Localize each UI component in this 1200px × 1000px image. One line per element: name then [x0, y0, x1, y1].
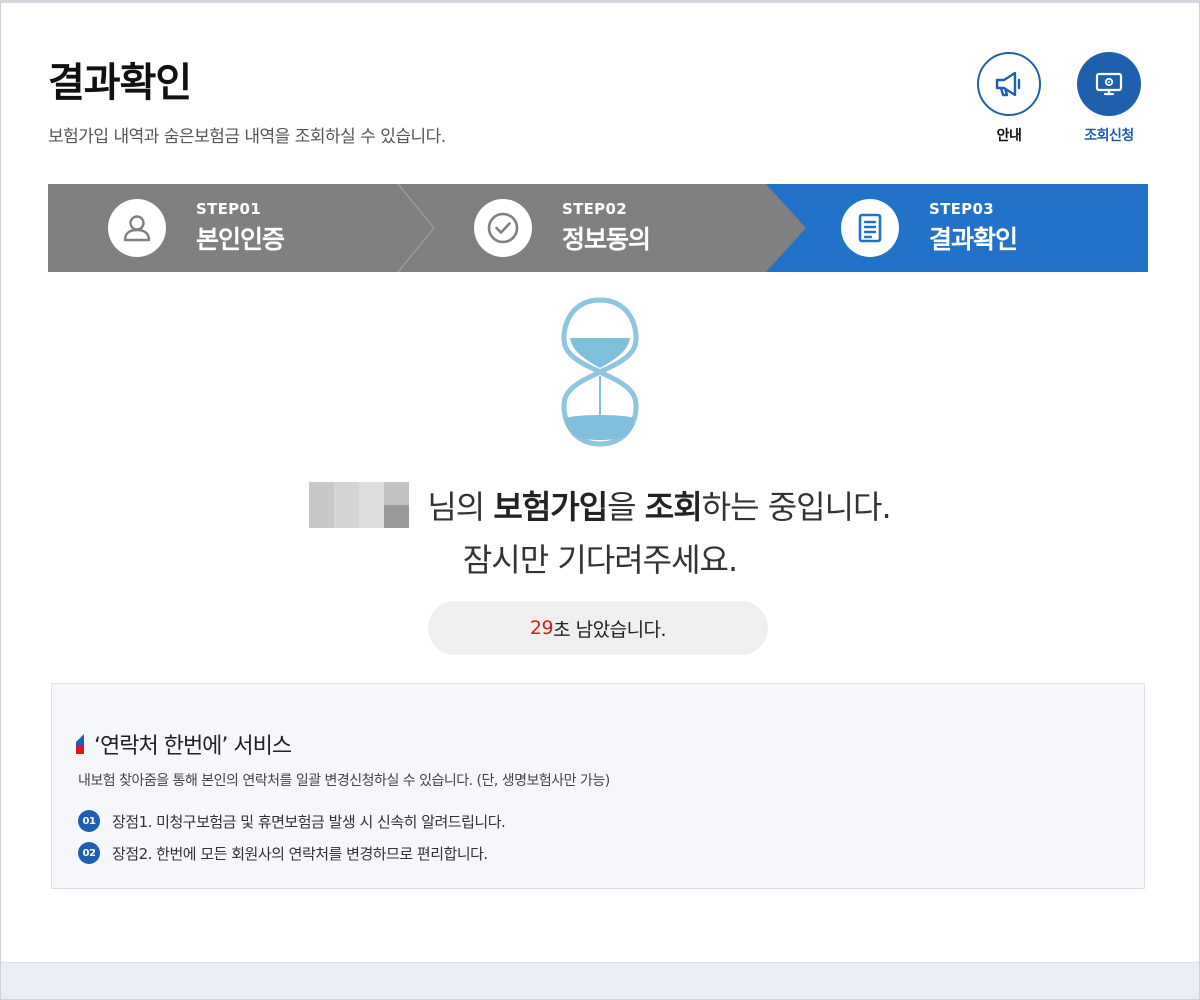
service-point-2: 02 장점2. 한번에 모든 회원사의 연락처를 변경하므로 편리합니다.: [78, 842, 488, 864]
service-title-text: ‘연락처 한번에’ 서비스: [94, 734, 292, 759]
service-point-1: 01 장점1. 미청구보험금 및 휴면보험금 발생 시 신속히 알려드립니다.: [78, 810, 506, 832]
step-1-name: 본인인증: [196, 225, 285, 254]
check-circle-icon: [474, 199, 532, 257]
timer-suffix: 초 남았습니다.: [553, 618, 667, 641]
service-description: 내보험 찾아줌을 통해 본인의 연락처를 일괄 변경신청하실 수 있습니다. (…: [78, 773, 610, 789]
step-2-name: 정보동의: [562, 225, 651, 254]
service-title: ‘연락처 한번에’ 서비스: [76, 728, 292, 760]
megaphone-icon: [977, 52, 1041, 116]
blurred-user-name: [309, 482, 410, 528]
step-3-name: 결과확인: [929, 225, 1018, 254]
hourglass-icon: [558, 296, 642, 452]
step-3-number: STEP03: [929, 200, 994, 218]
point-2-text: 장점2. 한번에 모든 회원사의 연락처를 변경하므로 편리합니다.: [112, 844, 488, 863]
msg-part1: 님의: [427, 488, 494, 526]
page-title: 결과확인: [48, 60, 192, 106]
contact-service-box: ‘연락처 한번에’ 서비스 내보험 찾아줌을 통해 본인의 연락처를 일괄 변경…: [51, 683, 1145, 889]
point-1-text: 장점1. 미청구보험금 및 휴면보험금 발생 시 신속히 알려드립니다.: [112, 812, 506, 831]
info-button[interactable]: 안내: [964, 52, 1054, 145]
msg-part4: 조회: [644, 488, 703, 526]
footer-band: [1, 962, 1199, 999]
msg-part5: 하는 중입니다.: [701, 488, 892, 526]
user-icon: [108, 199, 166, 257]
document-icon: [841, 199, 899, 257]
msg-part2: 보험가입: [493, 488, 608, 526]
point-2-number: 02: [78, 842, 100, 864]
apply-button[interactable]: 조회신청: [1064, 52, 1154, 145]
timer-seconds: 29: [529, 617, 554, 639]
title-mark-icon: [76, 734, 84, 754]
monitor-gear-icon: [1077, 52, 1141, 116]
step-2-number: STEP02: [562, 200, 627, 218]
countdown-timer: 29 초 남았습니다.: [428, 601, 768, 655]
apply-button-label: 조회신청: [1084, 128, 1134, 144]
point-1-number: 01: [78, 810, 100, 832]
step-1-number: STEP01: [196, 200, 261, 218]
step-2: STEP02 정보동의: [474, 184, 651, 272]
step-1: STEP01 본인인증: [108, 184, 285, 272]
info-button-label: 안내: [996, 128, 1022, 144]
loading-message-line2: 잠시만 기다려주세요.: [462, 541, 738, 579]
msg-part3: 을: [607, 488, 645, 526]
loading-message-line1: 님의 보험가입을 조회하는 중입니다.: [0, 482, 1200, 528]
page-description: 보험가입 내역과 숨은보험금 내역을 조회하실 수 있습니다.: [48, 127, 446, 147]
step-3: STEP03 결과확인: [841, 184, 1018, 272]
step-progress-bar: STEP01 본인인증 STEP02 정보동의 STEP03 결과확인: [48, 184, 1148, 272]
